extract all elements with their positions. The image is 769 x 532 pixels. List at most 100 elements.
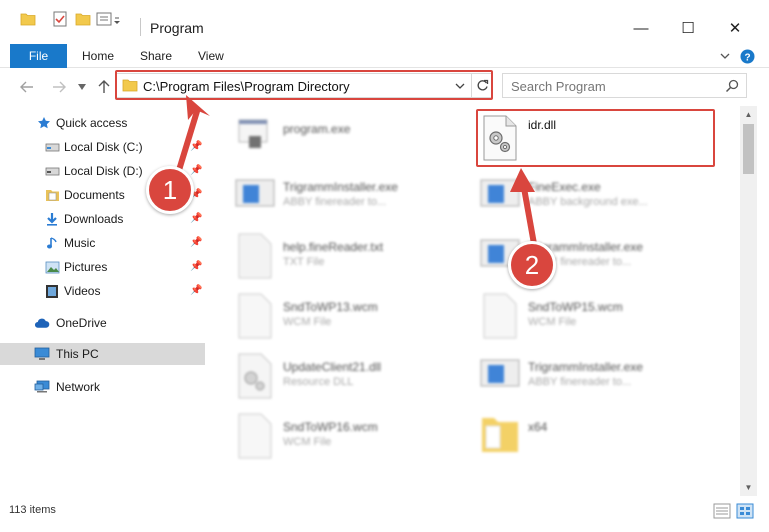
file-item[interactable]: SndToWP13.wcm WCM File [235,292,485,348]
file-name: x64 [528,420,548,434]
file-type: ABBY background exe... [528,196,648,208]
file-type: ABBY finereader to... [283,196,387,208]
sidebar-item-network[interactable]: Network [0,376,205,398]
callout-1: 1 [146,166,194,214]
videos-icon [44,283,60,299]
pin-icon[interactable]: 📌 [190,237,202,248]
drive-icon [44,163,60,179]
item-count: 113 items [9,504,56,516]
help-icon[interactable]: ? [739,48,755,64]
sidebar-item-onedrive[interactable]: OneDrive [0,312,205,334]
sidebar-item-label: Local Disk (D:) [64,164,143,178]
scroll-up-icon[interactable]: ▲ [740,106,757,123]
tab-file[interactable]: File [10,44,67,68]
sidebar-item-label: Pictures [64,260,108,274]
tab-share[interactable]: Share [140,44,172,68]
blank-file-icon [238,293,272,339]
callout-2: 2 [508,241,556,289]
close-button[interactable]: ✕ [712,16,758,40]
sidebar-item-label: Documents [64,188,125,202]
sidebar-item-quick-access[interactable]: Quick access [0,112,205,134]
file-item[interactable]: UpdateClient21.dll Resource DLL [235,352,485,408]
pictures-icon [44,259,60,275]
tab-view[interactable]: View [198,44,224,68]
scroll-down-icon[interactable]: ▼ [740,479,757,496]
sidebar-item-videos[interactable]: Videos 📌 [0,280,205,302]
pin-icon[interactable]: 📌 [190,165,202,176]
file-type: TXT File [283,256,325,268]
sidebar-item-label: Local Disk (C:) [64,140,143,154]
file-type: WCM File [283,436,332,448]
installer-icon [235,179,275,207]
pin-icon[interactable]: 📌 [190,213,202,224]
pin-icon[interactable]: 📌 [190,261,202,272]
title-bar: Program — ☐ ✕ [0,0,769,44]
back-arrow-icon[interactable] [18,79,36,95]
sidebar-item-local-disk-c[interactable]: Local Disk (C:) 📌 [0,136,205,158]
folder-icon[interactable] [20,10,36,28]
title-separator [140,18,141,36]
file-type: WCM File [528,316,577,328]
blank-file-icon [238,413,272,459]
sidebar-item-label: Videos [64,284,101,298]
large-icons-view-icon[interactable] [736,503,754,519]
file-name: SndToWP15.wcm [528,300,623,314]
new-folder-icon[interactable] [75,10,91,28]
folder-icon [482,418,518,452]
sidebar-item-pictures[interactable]: Pictures 📌 [0,256,205,278]
vertical-scrollbar[interactable]: ▲ ▼ [740,106,757,496]
up-arrow-icon[interactable] [95,79,113,95]
music-icon [44,235,60,251]
sidebar-item-music[interactable]: Music 📌 [0,232,205,254]
file-item[interactable]: TrigrammInstaller.exe ABBY finereader to… [480,352,730,408]
dll-gear-icon [238,353,272,399]
pin-icon[interactable]: 📌 [190,141,202,152]
tab-home[interactable]: Home [82,44,114,68]
file-name: TrigrammInstaller.exe [283,180,398,194]
file-item[interactable]: SndToWP16.wcm WCM File [235,412,485,468]
cloud-icon [34,315,50,331]
minimize-button[interactable]: — [618,16,664,40]
scroll-thumb[interactable] [743,124,754,174]
sidebar-item-this-pc[interactable]: This PC [0,343,205,365]
file-name: UpdateClient21.dll [283,360,382,374]
text-file-icon [238,233,272,279]
file-type: WCM File [283,316,332,328]
expand-ribbon-icon[interactable] [718,48,732,64]
file-item[interactable]: help.fineReader.txt TXT File [235,232,485,288]
file-item[interactable]: FineExec.exe ABBY background exe... [480,172,730,228]
file-item[interactable]: program.exe [235,112,485,168]
forward-arrow-icon[interactable] [50,79,68,95]
file-name: SndToWP13.wcm [283,300,378,314]
file-name: SndToWP16.wcm [283,420,378,434]
file-name: TrigrammInstaller.exe [528,360,643,374]
customize-toolbar-icon[interactable] [96,10,126,28]
details-view-icon[interactable] [713,503,731,519]
search-icon[interactable] [725,79,739,93]
file-highlight [476,109,715,167]
installer-icon [480,359,520,387]
file-item[interactable]: x64 [480,412,730,468]
computer-icon [34,346,50,362]
ribbon: File Home Share View ? [0,44,769,68]
installer-icon [480,179,520,207]
search-box[interactable] [502,73,747,98]
maximize-button[interactable]: ☐ [665,16,711,40]
network-icon [34,379,50,395]
file-type: ABBY finereader to... [528,376,632,388]
address-bar-highlight [115,70,493,100]
sidebar-item-label: Downloads [64,212,124,226]
recent-locations-icon[interactable] [76,79,88,95]
file-item[interactable]: TrigrammInstaller.exe ABBY finereader to… [235,172,485,228]
pin-icon[interactable]: 📌 [190,285,202,296]
callout-number: 1 [162,175,178,205]
properties-icon[interactable] [52,10,68,28]
file-item[interactable]: SndToWP15.wcm WCM File [480,292,730,348]
file-name: help.fineReader.txt [283,240,384,254]
file-name: program.exe [283,122,351,136]
search-input[interactable] [511,77,721,95]
sidebar-item-label: Music [64,236,96,250]
status-bar: 113 items [0,496,769,524]
sidebar-item-label: Network [56,380,101,394]
blank-file-icon [483,293,517,339]
